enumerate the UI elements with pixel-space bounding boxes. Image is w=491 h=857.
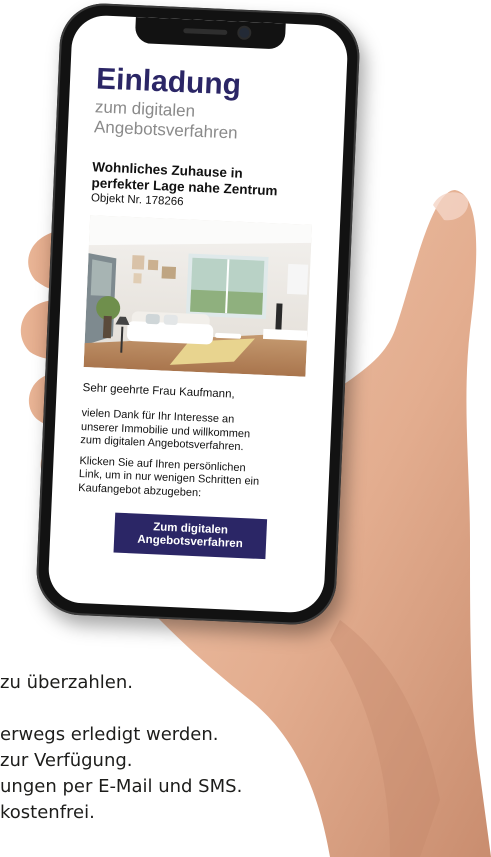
email-content: Einladung zum digitalen Angebotsverfahre… — [76, 62, 325, 560]
property-photo — [83, 215, 312, 377]
digital-bidding-button[interactable]: Zum digitalen Angebotsverfahren — [113, 512, 268, 560]
camera-icon — [239, 27, 250, 38]
email-subtitle: zum digitalen Angebotsverfahren — [94, 97, 324, 147]
living-room-image — [83, 215, 312, 377]
phone-notch — [134, 17, 286, 50]
smartphone: Einladung zum digitalen Angebotsverfahre… — [34, 1, 362, 627]
email-greeting: Sehr geehrte Frau Kaufmann, — [82, 382, 235, 401]
speaker-icon — [183, 28, 228, 36]
email-paragraph-intro: vielen Dank für Ihr Interesse an unserer… — [80, 407, 310, 457]
phone-screen: Einladung zum digitalen Angebotsverfahre… — [47, 14, 349, 614]
email-paragraph-instruction: Klicken Sie auf Ihren persönlichen Link,… — [78, 454, 308, 504]
